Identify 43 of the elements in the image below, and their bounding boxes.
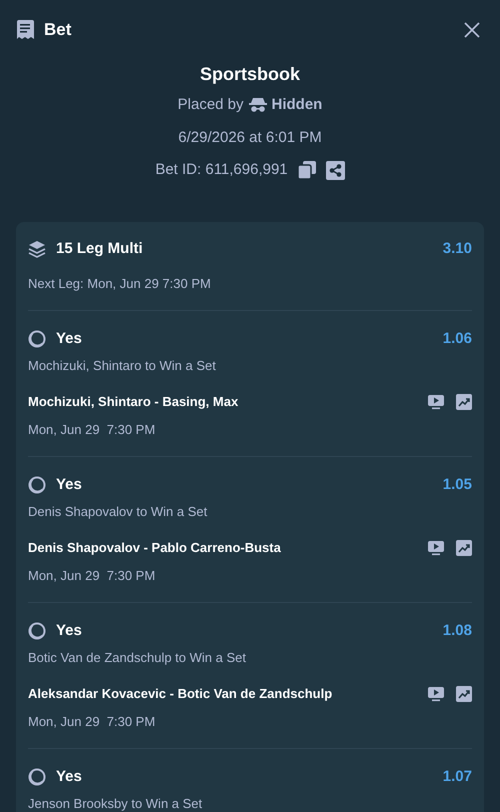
outcome-label: Yes [56, 474, 82, 495]
outcome-label: Yes [56, 620, 82, 641]
event-time: Mon, Jun 29 7:30 PM [28, 421, 156, 439]
leg-odds: 1.06 [442, 328, 472, 349]
layers-icon [28, 240, 46, 258]
match-name: Mochizuki, Shintaro - Basing, Max [28, 393, 238, 412]
market-name: Denis Shapovalov to Win a Set [28, 503, 208, 521]
match-name: Denis Shapovalov - Pablo Carreno-Busta [28, 539, 281, 558]
leg-odds: 1.08 [442, 620, 472, 641]
match-name: Aleksandar Kovacevic - Botic Van de Zandschulp [28, 685, 332, 704]
tennis-ball-icon [28, 622, 46, 640]
dialog-title: Bet [44, 19, 72, 42]
leg-odds: 1.07 [442, 766, 472, 787]
multi-title: 15 Leg Multi [56, 238, 143, 259]
tennis-ball-icon [28, 476, 46, 494]
tennis-ball-icon [28, 768, 46, 786]
stats-button[interactable] [456, 394, 472, 410]
live-stream-button[interactable] [428, 540, 444, 556]
placed-date: 6/29/2026 at 6:01 PM [178, 128, 322, 148]
placed-by-label: Placed by [178, 94, 244, 115]
placed-by-name: Hidden [272, 94, 322, 115]
share-button[interactable] [326, 160, 345, 180]
next-leg-time: Next Leg: Mon, Jun 29 7:30 PM [28, 275, 212, 293]
stats-button[interactable] [456, 540, 472, 556]
stats-button[interactable] [456, 686, 472, 702]
market-name: Botic Van de Zandschulp to Win a Set [28, 649, 247, 667]
copy-button[interactable] [298, 161, 316, 179]
live-stream-button[interactable] [428, 394, 444, 410]
event-time: Mon, Jun 29 7:30 PM [28, 567, 156, 585]
event-time: Mon, Jun 29 7:30 PM [28, 713, 156, 731]
leg-odds: 1.05 [442, 474, 472, 495]
close-button[interactable] [462, 20, 482, 40]
tennis-ball-icon [28, 330, 46, 348]
sportsbook-title: Sportsbook [200, 63, 300, 86]
outcome-label: Yes [56, 328, 82, 349]
incognito-icon [248, 98, 267, 112]
market-name: Mochizuki, Shintaro to Win a Set [28, 357, 217, 375]
receipt-icon [16, 20, 35, 40]
total-odds: 3.10 [442, 238, 472, 259]
outcome-label: Yes [56, 766, 82, 787]
market-name: Jenson Brooksby to Win a Set [28, 795, 204, 812]
bet-id: Bet ID: 611,696,991 [155, 160, 288, 180]
live-stream-button[interactable] [428, 686, 444, 702]
